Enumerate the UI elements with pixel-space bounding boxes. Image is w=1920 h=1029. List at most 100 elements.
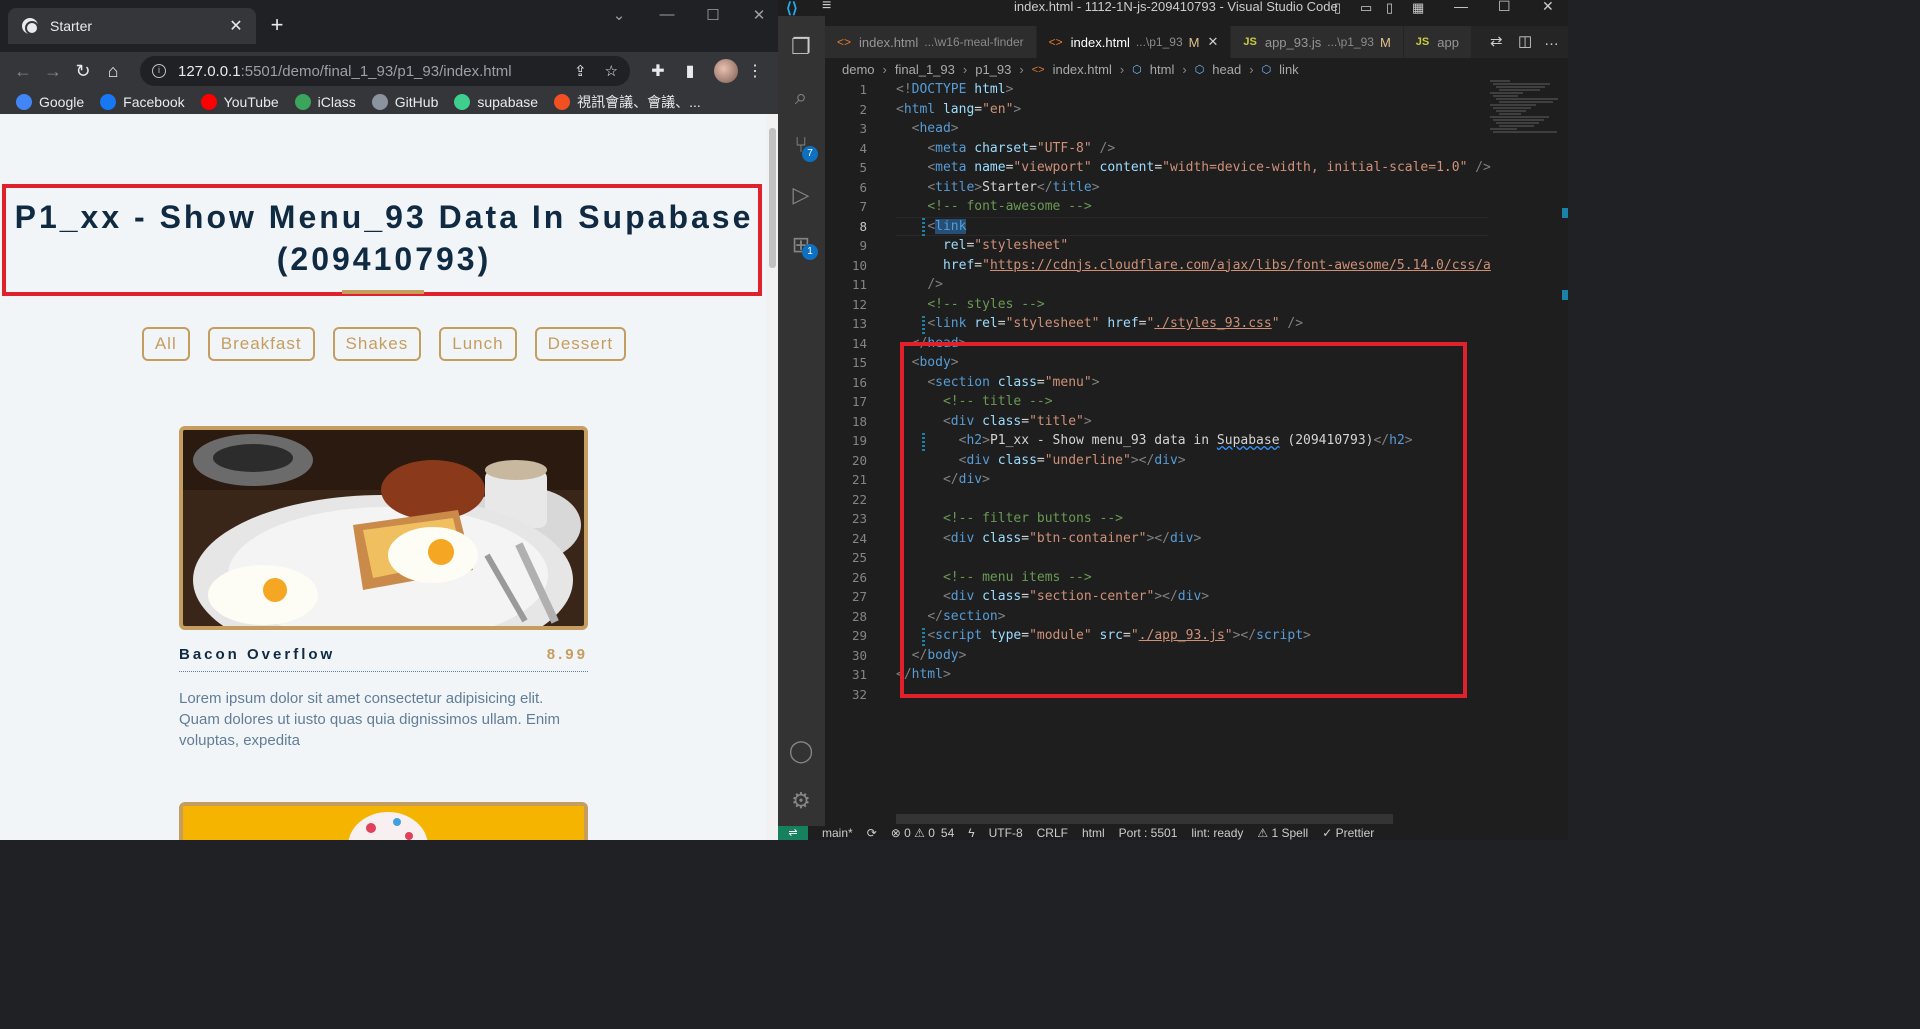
filter-button[interactable]: Breakfast (207, 327, 315, 361)
account-icon[interactable]: ◯ (788, 738, 814, 764)
editor-scrollbar[interactable] (1562, 80, 1568, 820)
window-close-icon[interactable]: ✕ (1542, 0, 1554, 15)
minimize-icon[interactable]: — (1454, 0, 1468, 14)
editor-tab[interactable]: JS app (1403, 26, 1472, 58)
line-number: 12 (851, 296, 867, 312)
language-status[interactable]: html (1082, 826, 1105, 840)
breadcrumb-item[interactable]: index.html (1053, 62, 1112, 77)
toggle-secondary-sidebar-icon[interactable]: ▯ (1386, 0, 1393, 16)
encoding-status[interactable]: UTF-8 (989, 826, 1023, 840)
run-debug-icon[interactable]: ▷ (788, 182, 814, 208)
problems-status[interactable]: ⊗ 0 ⚠ 0 (891, 826, 935, 840)
menu-item-name: Bacon Overflow (179, 646, 336, 663)
minimap-line (1493, 131, 1557, 133)
minimap[interactable] (1490, 80, 1558, 140)
highlight-box (900, 342, 1467, 698)
breadcrumb-item[interactable]: head (1212, 62, 1241, 77)
maximize-icon[interactable]: ☐ (698, 6, 728, 24)
spell-status[interactable]: ⚠ 1 Spell (1257, 826, 1308, 840)
minimize-icon[interactable]: — (652, 6, 682, 23)
line-number: 27 (851, 589, 867, 604)
editor-tab[interactable]: <> index.html ...\p1_93 M ✕ (1036, 26, 1232, 58)
toggle-panel-icon[interactable]: ▭ (1360, 0, 1372, 16)
ports-count[interactable]: 54 (941, 826, 954, 840)
back-icon[interactable]: ← (8, 61, 38, 82)
line-number: 6 (859, 179, 867, 195)
more-icon[interactable]: ⋮ (746, 61, 764, 81)
compare-icon[interactable]: ⇄ (1490, 32, 1503, 50)
minimap-line (1490, 116, 1549, 118)
star-icon[interactable]: ☆ (605, 62, 618, 80)
breadcrumb-item[interactable]: final_1_93 (895, 62, 955, 77)
sync-icon[interactable]: ⟳ (867, 826, 877, 840)
bookmark-item[interactable]: supabase (448, 94, 544, 110)
editor-horizontal-scrollbar[interactable] (896, 814, 1393, 824)
home-icon[interactable]: ⌂ (98, 61, 128, 82)
lint-status[interactable]: lint: ready (1191, 826, 1243, 840)
breadcrumb-item[interactable]: html (1150, 62, 1175, 77)
bookmark-item[interactable]: Facebook (94, 94, 190, 110)
html-file-icon: <> (837, 35, 852, 49)
bolt-icon[interactable]: ϟ (968, 826, 974, 840)
browser-window: Starter ✕ + ⌄ — ☐ ✕ ← → ↻ ⌂ i 127.0.0.1:… (0, 0, 778, 840)
prettier-status[interactable]: ✓ Prettier (1322, 826, 1374, 840)
line-number: 28 (851, 608, 867, 624)
customize-layout-icon[interactable]: ▦ (1412, 0, 1424, 16)
close-icon[interactable]: ✕ (226, 16, 246, 36)
avatar[interactable] (714, 59, 738, 83)
toggle-sidebar-icon[interactable]: ▯ (1334, 0, 1341, 16)
filter-button[interactable]: All (141, 327, 190, 361)
share-icon[interactable]: ⇪ (574, 62, 587, 80)
editor-tab[interactable]: <> index.html ...\w16-meal-finder (825, 26, 1037, 58)
breadcrumb-item[interactable]: p1_93 (975, 62, 1011, 77)
code-link[interactable]: ./styles_93.css (1154, 316, 1271, 331)
breadcrumb-item[interactable]: demo (842, 62, 875, 77)
git-branch[interactable]: main* (822, 826, 853, 840)
eol-status[interactable]: CRLF (1037, 826, 1068, 840)
live-server-port[interactable]: Port : 5501 (1119, 826, 1178, 840)
maximize-icon[interactable]: ☐ (1498, 0, 1511, 15)
bookmark-item[interactable]: YouTube (195, 94, 285, 110)
gear-icon[interactable]: ⚙ (788, 788, 814, 814)
remote-indicator[interactable]: ⇌ (778, 826, 808, 840)
line-number: 14 (851, 335, 867, 351)
close-icon[interactable]: ✕ (1207, 34, 1218, 50)
code-line: /> (927, 277, 943, 292)
search-icon[interactable]: ⌕ (788, 84, 814, 110)
side-panel-icon[interactable]: ▮ (674, 61, 706, 81)
info-icon[interactable]: i (152, 64, 166, 78)
bookmark-item[interactable]: GitHub (366, 94, 445, 110)
code-token: lang (942, 101, 975, 117)
chevron-right-icon: › (882, 62, 887, 77)
page-scrollbar[interactable] (766, 114, 778, 840)
browser-toolbar: ← → ↻ ⌂ i 127.0.0.1:5501/demo/final_1_93… (0, 52, 778, 90)
code-link[interactable]: https://cdnjs.cloudflare.com/ajax/libs/f… (990, 258, 1491, 273)
bookmark-item[interactable]: 視訊會議、會議、... (548, 92, 707, 112)
filter-button[interactable]: Shakes (332, 327, 422, 361)
filter-button[interactable]: Lunch (439, 327, 517, 361)
browser-tab[interactable]: Starter ✕ (8, 8, 256, 44)
forward-icon[interactable]: → (38, 61, 68, 82)
menu-item-price: 8.99 (546, 646, 588, 663)
bookmark-item[interactable]: Google (10, 94, 90, 110)
new-tab-button[interactable]: + (266, 12, 288, 38)
element-icon: ⬡ (1194, 64, 1205, 76)
extensions-icon[interactable]: ✚ (642, 61, 674, 81)
window-close-icon[interactable]: ✕ (744, 6, 774, 24)
page-scroll-thumb[interactable] (769, 128, 776, 268)
filter-button[interactable]: Dessert (534, 327, 627, 361)
vscode-window: ⟨⟩ ≡ index.html - 1112-1N-js-209410793 -… (778, 0, 1568, 840)
line-number: 16 (851, 374, 867, 390)
bookmark-item[interactable]: iClass (289, 94, 362, 110)
breadcrumb-item[interactable]: link (1279, 62, 1299, 77)
explorer-icon[interactable]: ❐ (788, 34, 814, 60)
more-actions-icon[interactable]: … (1544, 32, 1559, 49)
chevron-down-icon[interactable]: ⌄ (604, 6, 634, 24)
editor-tab[interactable]: JS app_93.js ...\p1_93 M (1231, 26, 1404, 58)
address-bar[interactable]: i 127.0.0.1:5501/demo/final_1_93/p1_93/i… (140, 56, 630, 86)
menu-icon[interactable]: ≡ (822, 0, 831, 15)
split-editor-icon[interactable]: ◫ (1518, 32, 1532, 50)
bookmark-label: Facebook (123, 94, 185, 110)
reload-icon[interactable]: ↻ (68, 61, 98, 82)
url-text[interactable]: 127.0.0.1:5501/demo/final_1_93/p1_93/ind… (178, 63, 556, 80)
